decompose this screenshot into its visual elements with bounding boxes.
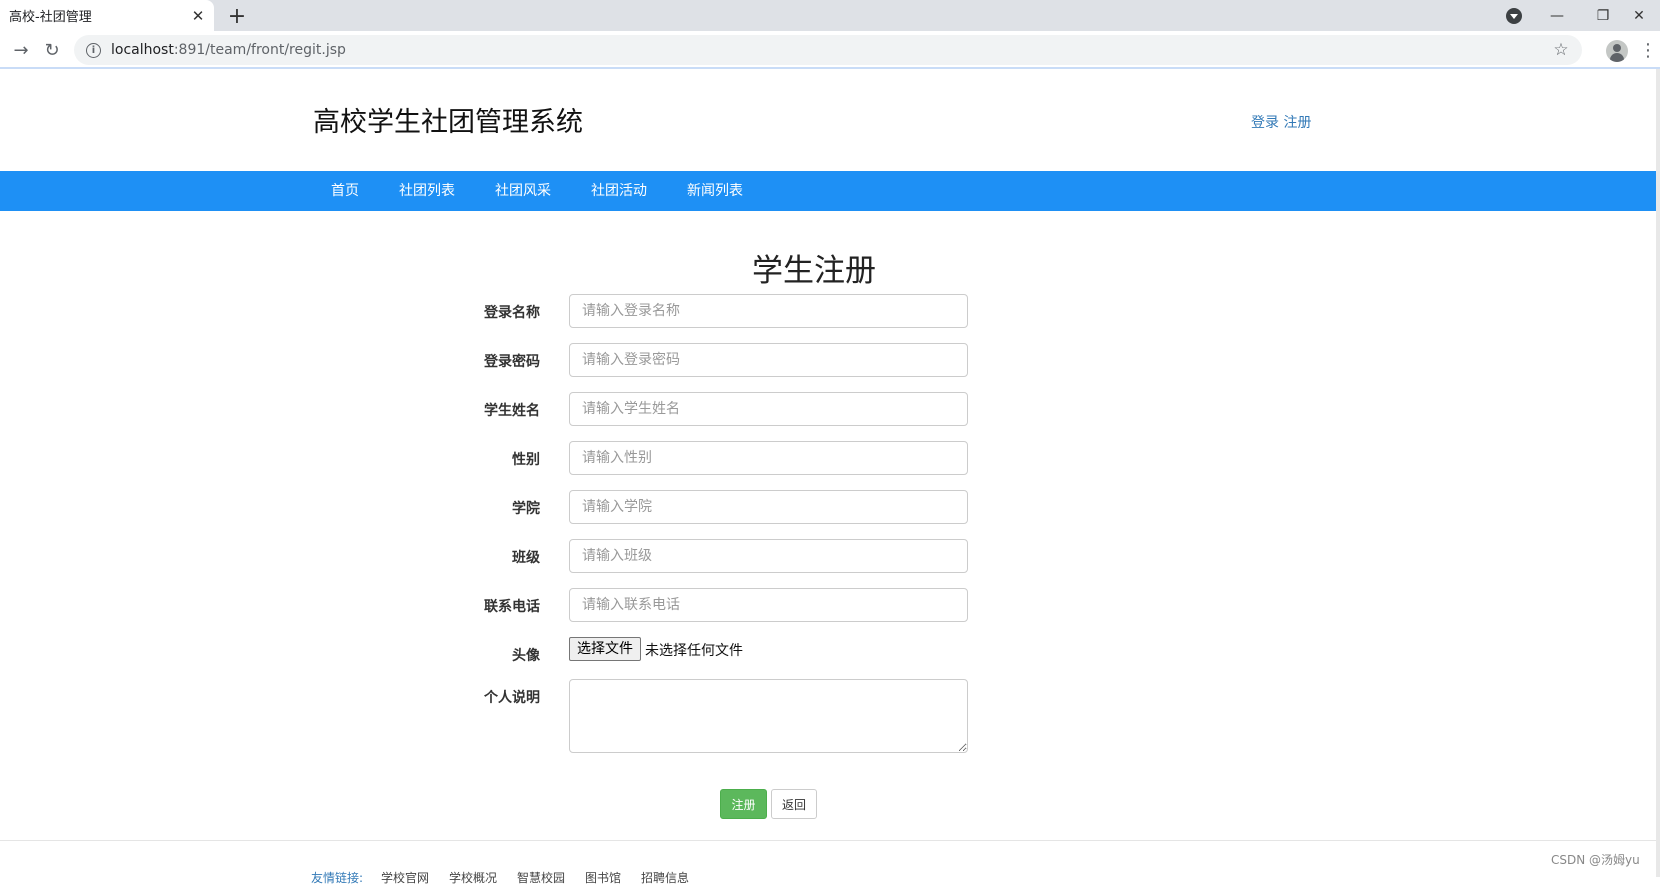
- field-label-class: 班级: [512, 550, 540, 566]
- back-button[interactable]: 返回: [771, 789, 817, 819]
- forward-arrow-icon[interactable]: →: [8, 37, 34, 63]
- browser-toolbar: → ↻ i localhost:891/team/front/regit.jsp…: [0, 31, 1660, 69]
- field-label-bio: 个人说明: [484, 690, 540, 706]
- class-input[interactable]: [569, 539, 968, 573]
- browser-menu-icon[interactable]: ⋮: [1639, 37, 1657, 63]
- choose-file-button[interactable]: 选择文件: [569, 637, 641, 661]
- close-tab-icon[interactable]: ✕: [186, 4, 210, 28]
- auth-links: 登录 注册: [1251, 112, 1311, 132]
- footer-link-jobs[interactable]: 招聘信息: [641, 869, 689, 886]
- footer-link-overview[interactable]: 学校概况: [449, 869, 497, 886]
- student-name-input[interactable]: [569, 392, 968, 426]
- tab-title: 高校-社团管理: [9, 10, 92, 25]
- college-input[interactable]: [569, 490, 968, 524]
- footer-link-official-site[interactable]: 学校官网: [381, 869, 429, 886]
- nav-item-home[interactable]: 首页: [331, 171, 359, 211]
- file-status-text: 未选择任何文件: [645, 643, 743, 659]
- chevron-down-icon: [1506, 7, 1522, 24]
- login-link[interactable]: 登录: [1251, 115, 1279, 131]
- info-icon[interactable]: i: [86, 42, 101, 58]
- form-title: 学生注册: [752, 253, 876, 289]
- field-label-login-name: 登录名称: [484, 305, 540, 321]
- site-title: 高校学生社团管理系统: [313, 107, 583, 138]
- minimize-button[interactable]: —: [1534, 0, 1580, 31]
- footer-link-library[interactable]: 图书馆: [585, 869, 621, 886]
- browser-tab-bar: 高校-社团管理 ✕ + — ❐ ✕: [0, 0, 1660, 31]
- field-label-student-name: 学生姓名: [484, 403, 540, 419]
- browser-tab[interactable]: 高校-社团管理 ✕: [0, 0, 214, 31]
- phone-input[interactable]: [569, 588, 968, 622]
- gender-input[interactable]: [569, 441, 968, 475]
- new-tab-button[interactable]: +: [224, 3, 250, 29]
- footer-link-smart-campus[interactable]: 智慧校园: [517, 869, 565, 886]
- page-scrollbar[interactable]: [1656, 69, 1660, 877]
- password-input[interactable]: [569, 343, 968, 377]
- field-label-college: 学院: [512, 501, 540, 517]
- bio-textarea[interactable]: [569, 679, 968, 753]
- url-text[interactable]: localhost:891/team/front/regit.jsp: [111, 42, 1548, 58]
- close-window-button[interactable]: ✕: [1618, 0, 1660, 31]
- register-link[interactable]: 注册: [1283, 115, 1311, 131]
- footer-links-title: 友情链接:: [311, 871, 364, 885]
- nav-item-club-list[interactable]: 社团列表: [399, 171, 455, 211]
- footer-divider: [0, 840, 1656, 841]
- field-label-phone: 联系电话: [484, 599, 540, 615]
- watermark: CSDN @汤姆yu: [1551, 853, 1640, 867]
- register-button[interactable]: 注册: [720, 789, 767, 819]
- reload-icon[interactable]: ↻: [39, 37, 65, 63]
- nav-item-club-activities[interactable]: 社团活动: [591, 171, 647, 211]
- bookmark-star-icon[interactable]: ☆: [1548, 40, 1574, 60]
- address-bar[interactable]: i localhost:891/team/front/regit.jsp ☆: [74, 35, 1582, 65]
- login-name-input[interactable]: [569, 294, 968, 328]
- profile-avatar-icon[interactable]: [1606, 40, 1628, 62]
- field-label-avatar: 头像: [512, 648, 540, 664]
- field-label-gender: 性别: [512, 452, 540, 468]
- tab-search-button[interactable]: [1500, 0, 1528, 31]
- main-navbar: 首页 社团列表 社团风采 社团活动 新闻列表: [0, 171, 1656, 211]
- nav-item-club-showcase[interactable]: 社团风采: [495, 171, 551, 211]
- nav-item-news-list[interactable]: 新闻列表: [687, 171, 743, 211]
- field-label-password: 登录密码: [484, 354, 540, 370]
